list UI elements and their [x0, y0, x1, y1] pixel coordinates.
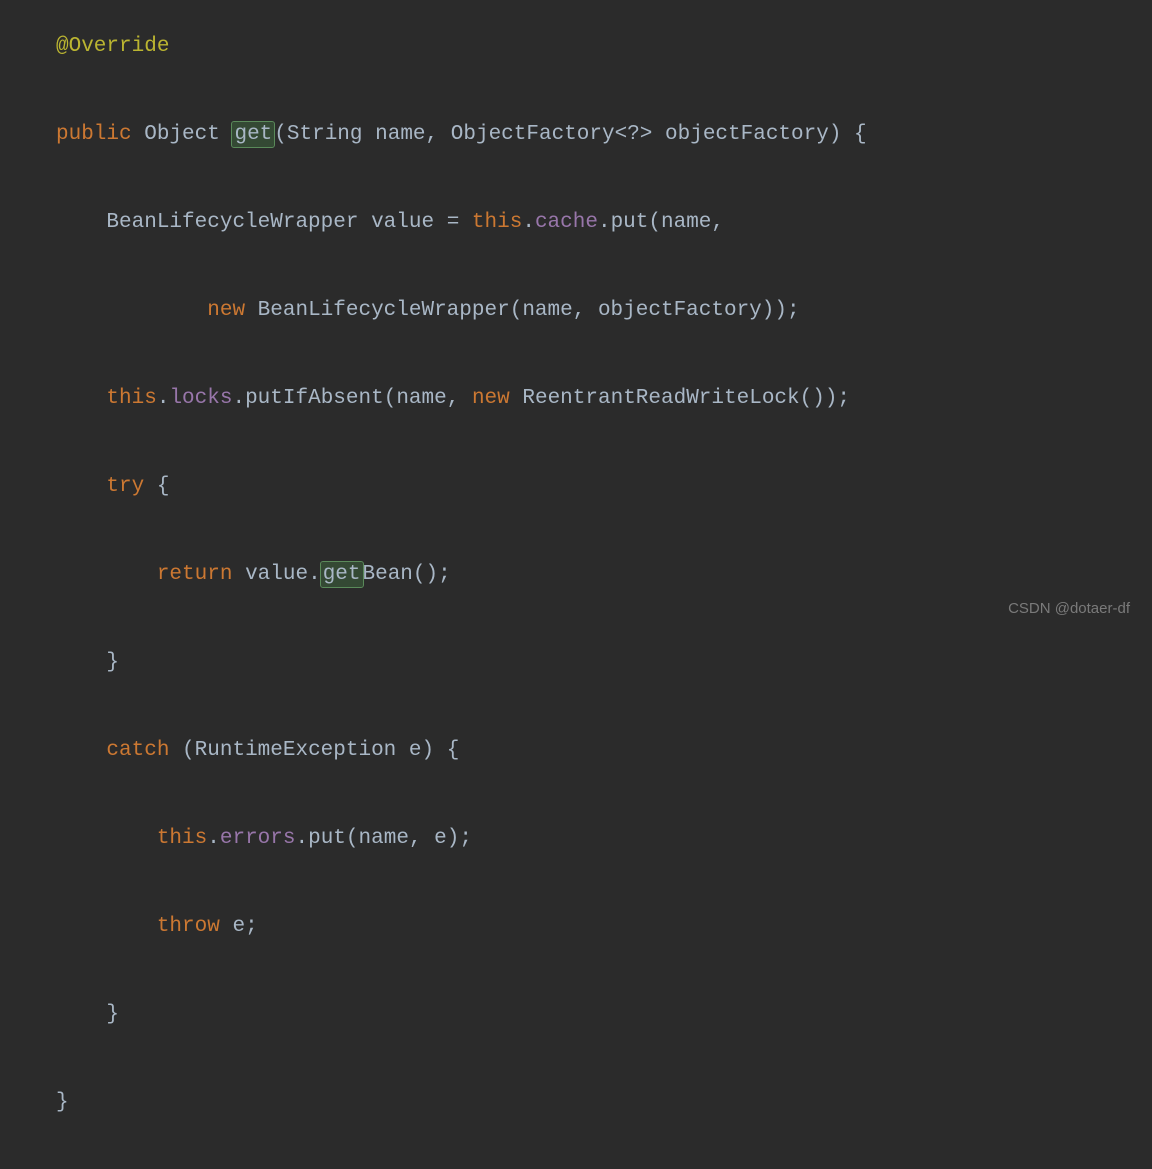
- watermark: CSDN @dotaer-df: [1008, 601, 1130, 616]
- arg-name4: name: [359, 827, 409, 850]
- code-line: new BeanLifecycleWrapper(name, objectFac…: [56, 289, 1096, 333]
- param-factory: objectFactory: [665, 123, 829, 146]
- keyword-this2: this: [106, 387, 156, 410]
- arg-name3: name: [396, 387, 446, 410]
- type-wrapper2: BeanLifecycleWrapper: [258, 299, 510, 322]
- generic-wildcard: <?>: [615, 123, 653, 146]
- var-value: value: [371, 211, 434, 234]
- type-wrapper: BeanLifecycleWrapper: [106, 211, 358, 234]
- method-put2: put: [308, 827, 346, 850]
- var-e: e: [409, 739, 422, 762]
- code-line: BeanLifecycleWrapper value = this.cache.…: [56, 201, 1096, 245]
- field-locks: locks: [169, 387, 232, 410]
- arg-name2: name: [522, 299, 572, 322]
- var-value2: value: [245, 563, 308, 586]
- method-putifabsent: putIfAbsent: [245, 387, 384, 410]
- keyword-this3: this: [157, 827, 207, 850]
- code-line: public Object get(String name, ObjectFac…: [56, 113, 1096, 157]
- code-line: }: [56, 641, 1096, 685]
- code-line: this.errors.put(name, e);: [56, 817, 1096, 861]
- code-line: }: [56, 1081, 1096, 1125]
- type-factory: ObjectFactory: [451, 123, 615, 146]
- annotation-override: @Override: [56, 35, 169, 58]
- method-get-highlight: get: [232, 122, 274, 147]
- arg-factory: objectFactory: [598, 299, 762, 322]
- type-reentrant: ReentrantReadWriteLock: [522, 387, 799, 410]
- code-line: return value.getBean();: [56, 553, 1096, 597]
- code-line: throw e;: [56, 905, 1096, 949]
- code-line: @Override: [56, 25, 1096, 69]
- keyword-this: this: [472, 211, 522, 234]
- method-getbean-suffix: Bean: [363, 563, 413, 586]
- code-line: try {: [56, 465, 1096, 509]
- field-cache: cache: [535, 211, 598, 234]
- code-line: this.locks.putIfAbsent(name, new Reentra…: [56, 377, 1096, 421]
- keyword-catch: catch: [106, 739, 169, 762]
- code-line: catch (RuntimeException e) {: [56, 729, 1096, 773]
- arg-e: e: [434, 827, 447, 850]
- keyword-new: new: [207, 299, 245, 322]
- arg-name: name: [661, 211, 711, 234]
- keyword-try: try: [106, 475, 144, 498]
- field-errors: errors: [220, 827, 296, 850]
- type-runtimeexception: RuntimeException: [195, 739, 397, 762]
- code-block: @Override public Object get(String name,…: [56, 25, 1096, 1169]
- keyword-public: public: [56, 123, 132, 146]
- method-put: put: [611, 211, 649, 234]
- keyword-new2: new: [472, 387, 510, 410]
- type-string: String: [287, 123, 363, 146]
- keyword-return: return: [157, 563, 233, 586]
- code-line: }: [56, 993, 1096, 1037]
- type-object: Object: [144, 123, 220, 146]
- keyword-throw: throw: [157, 915, 220, 938]
- method-getbean-highlight: get: [321, 562, 363, 587]
- param-name: name: [375, 123, 425, 146]
- var-e2: e: [232, 915, 245, 938]
